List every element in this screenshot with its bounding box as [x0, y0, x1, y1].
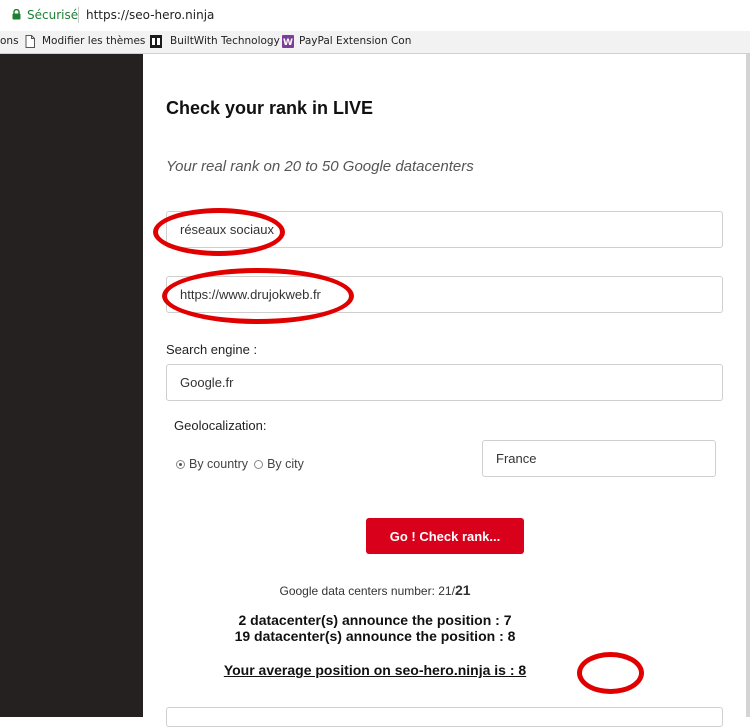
document-icon — [25, 35, 35, 48]
next-field[interactable] — [166, 707, 723, 727]
paypal-extension-icon: W — [282, 35, 294, 48]
bookmark-builtwith[interactable]: BuiltWith Technology — [170, 35, 280, 47]
geolocalization-options: By country By city — [176, 457, 304, 471]
datacenters-total: 21 — [454, 582, 471, 598]
annotation-circle-website — [162, 268, 354, 324]
lock-icon — [12, 9, 21, 20]
geolocalization-label: Geolocalization: — [174, 418, 267, 433]
country-field[interactable]: France — [482, 440, 716, 477]
address-bar[interactable]: Sécurisé https://seo-hero.ninja — [0, 0, 750, 32]
search-engine-field[interactable]: Google.fr — [166, 364, 723, 401]
announce-line-2: 19 datacenter(s) announce the position :… — [234, 628, 516, 644]
bookmarks-bar: ons Modifier les thèmes BuiltWith Techno… — [0, 31, 750, 54]
search-engine-label: Search engine : — [166, 342, 258, 357]
builtwith-icon — [150, 35, 162, 48]
check-rank-button[interactable]: Go ! Check rank... — [366, 518, 524, 554]
announce-line-1: 2 datacenter(s) announce the position : … — [238, 612, 512, 628]
bookmark-ons[interactable]: ons — [0, 35, 19, 47]
radio-by-country[interactable] — [176, 459, 185, 469]
bookmark-modifier-themes[interactable]: Modifier les thèmes — [42, 35, 145, 47]
page-subtitle: Your real rank on 20 to 50 Google datace… — [166, 158, 474, 175]
url-text[interactable]: https://seo-hero.ninja — [86, 8, 214, 22]
svg-text:W: W — [283, 38, 293, 48]
secure-label: Sécurisé — [27, 8, 79, 22]
radio-by-city[interactable] — [254, 459, 264, 469]
radio-by-city-label[interactable]: By city — [267, 457, 304, 471]
radio-by-country-label[interactable]: By country — [189, 457, 248, 471]
annotation-circle-keyword — [153, 208, 285, 256]
page-title: Check your rank in LIVE — [166, 98, 374, 118]
bookmark-paypal-extension[interactable]: PayPal Extension Con — [299, 35, 411, 47]
datacenters-label: Google data centers number: 21/ — [279, 584, 455, 598]
separator — [78, 7, 79, 23]
datacenters-count: Google data centers number: 21/21 — [0, 582, 750, 598]
annotation-circle-average — [577, 652, 644, 694]
